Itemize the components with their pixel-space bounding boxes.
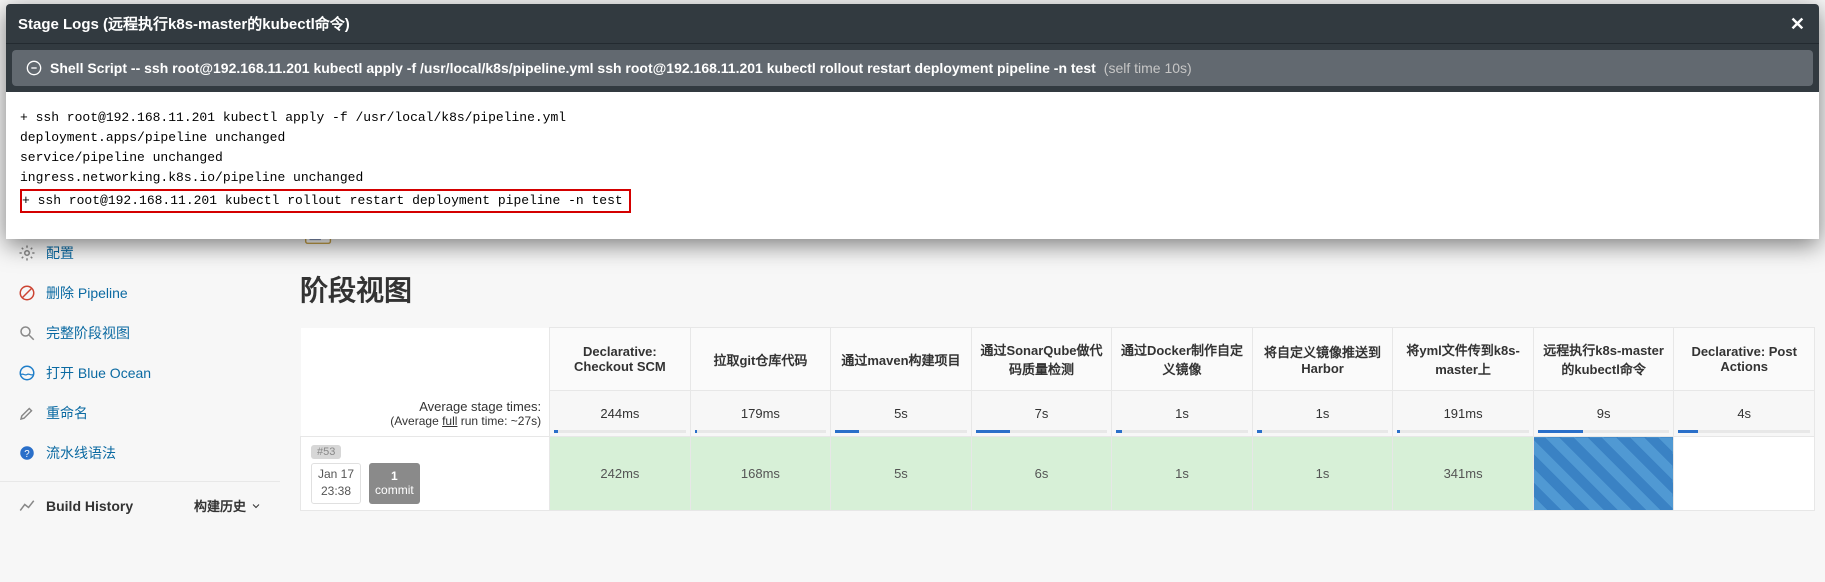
- svg-text:?: ?: [24, 449, 30, 460]
- stage-table: Declarative: Checkout SCM 拉取git仓库代码 通过ma…: [300, 327, 1815, 511]
- help-icon: ?: [18, 444, 36, 462]
- blue-ocean-icon: [18, 364, 36, 382]
- main-content: 最近变更 阶段视图 Declarative: Checkout SCM 拉取gi…: [300, 193, 1815, 582]
- col-header: 远程执行k8s-master的kubectl命令: [1533, 328, 1674, 391]
- avg-cell: 4s: [1674, 391, 1815, 437]
- run-cell-running[interactable]: [1533, 437, 1674, 511]
- gear-icon: [18, 244, 36, 262]
- trend-icon: [18, 497, 36, 515]
- modal-title: Stage Logs (远程执行k8s-master的kubectl命令): [18, 13, 350, 34]
- avg-cell: 9s: [1533, 391, 1674, 437]
- modal-log-body: + ssh root@192.168.11.201 kubectl apply …: [6, 92, 1819, 239]
- sidebar-item-label: 流水线语法: [46, 443, 116, 463]
- avg-sub-prefix: (Average: [390, 414, 442, 428]
- col-header: 通过SonarQube做代码质量检测: [971, 328, 1112, 391]
- run-cell-pending: [1674, 437, 1815, 511]
- sidebar-item-blue-ocean[interactable]: 打开 Blue Ocean: [0, 353, 280, 393]
- chevron-down-icon: [250, 500, 262, 512]
- build-number[interactable]: #53: [311, 445, 341, 459]
- build-history-cn: 构建历史: [194, 496, 246, 515]
- log-output: + ssh root@192.168.11.201 kubectl apply …: [20, 108, 1805, 213]
- magnifier-icon: [18, 324, 36, 342]
- avg-cell: 191ms: [1393, 391, 1534, 437]
- build-date: Jan 17 23:38: [311, 463, 361, 504]
- modal-title-bar: Stage Logs (远程执行k8s-master的kubectl命令) ✕: [6, 4, 1819, 44]
- sidebar-item-delete[interactable]: 删除 Pipeline: [0, 273, 280, 313]
- sidebar-item-label: 删除 Pipeline: [46, 283, 128, 303]
- col-header: 拉取git仓库代码: [690, 328, 831, 391]
- run-cell[interactable]: 168ms: [690, 437, 831, 511]
- step-time: (self time 10s): [1104, 60, 1192, 76]
- col-header: 将自定义镜像推送到Harbor: [1252, 328, 1393, 391]
- sidebar-item-label: 打开 Blue Ocean: [46, 363, 151, 383]
- sidebar-item-label: 完整阶段视图: [46, 323, 130, 343]
- stage-logs-modal: Stage Logs (远程执行k8s-master的kubectl命令) ✕ …: [6, 4, 1819, 239]
- forbidden-icon: [18, 284, 36, 302]
- close-icon[interactable]: ✕: [1788, 15, 1807, 33]
- avg-cell: 5s: [831, 391, 972, 437]
- table-header-row: Declarative: Checkout SCM 拉取git仓库代码 通过ma…: [301, 328, 1815, 391]
- run-cell[interactable]: 341ms: [1393, 437, 1534, 511]
- sidebar-item-label: 重命名: [46, 403, 88, 423]
- col-header: 将yml文件传到k8s-master上: [1393, 328, 1534, 391]
- run-cell[interactable]: 5s: [831, 437, 972, 511]
- sidebar-item-syntax[interactable]: ? 流水线语法: [0, 433, 280, 473]
- sidebar-item-label: 配置: [46, 243, 74, 263]
- col-header: 通过maven构建项目: [831, 328, 972, 391]
- avg-cell: 7s: [971, 391, 1112, 437]
- sidebar: 立即构建 配置 删除 Pipeline 完整阶段视图 打开 Blue Ocean…: [0, 193, 280, 525]
- avg-row: Average stage times: (Average full run t…: [301, 391, 1815, 437]
- modal-step-header[interactable]: Shell Script -- ssh root@192.168.11.201 …: [12, 50, 1813, 86]
- avg-sub-full: full: [442, 414, 457, 428]
- run-cell[interactable]: 1s: [1252, 437, 1393, 511]
- run-cell[interactable]: 6s: [971, 437, 1112, 511]
- avg-cell: 179ms: [690, 391, 831, 437]
- avg-cell: 244ms: [550, 391, 691, 437]
- build-history-label: Build History: [46, 498, 133, 514]
- build-history-header[interactable]: Build History 构建历史: [0, 481, 280, 525]
- run-row[interactable]: #53 Jan 17 23:38 1 commit 242ms 168ms 5s…: [301, 437, 1815, 511]
- run-cell[interactable]: 242ms: [550, 437, 691, 511]
- avg-sub-suffix: run time: ~27s): [457, 414, 541, 428]
- avg-cell: 1s: [1252, 391, 1393, 437]
- avg-label: Average stage times:: [309, 399, 542, 414]
- run-cell[interactable]: 1s: [1112, 437, 1253, 511]
- commit-count[interactable]: 1 commit: [369, 463, 420, 504]
- highlighted-log-line: + ssh root@192.168.11.201 kubectl rollou…: [20, 189, 631, 213]
- step-prefix: Shell Script --: [50, 60, 140, 76]
- sidebar-item-configure[interactable]: 配置: [0, 233, 280, 273]
- col-header: Declarative: Checkout SCM: [550, 328, 691, 391]
- sidebar-item-rename[interactable]: 重命名: [0, 393, 280, 433]
- col-header: Declarative: Post Actions: [1674, 328, 1815, 391]
- edit-icon: [18, 404, 36, 422]
- col-header: 通过Docker制作自定义镜像: [1112, 328, 1253, 391]
- avg-cell: 1s: [1112, 391, 1253, 437]
- terminal-icon: [26, 60, 42, 76]
- stage-view-title: 阶段视图: [300, 269, 1815, 309]
- step-cmd: ssh root@192.168.11.201 kubectl apply -f…: [144, 60, 1096, 76]
- sidebar-item-full-stage[interactable]: 完整阶段视图: [0, 313, 280, 353]
